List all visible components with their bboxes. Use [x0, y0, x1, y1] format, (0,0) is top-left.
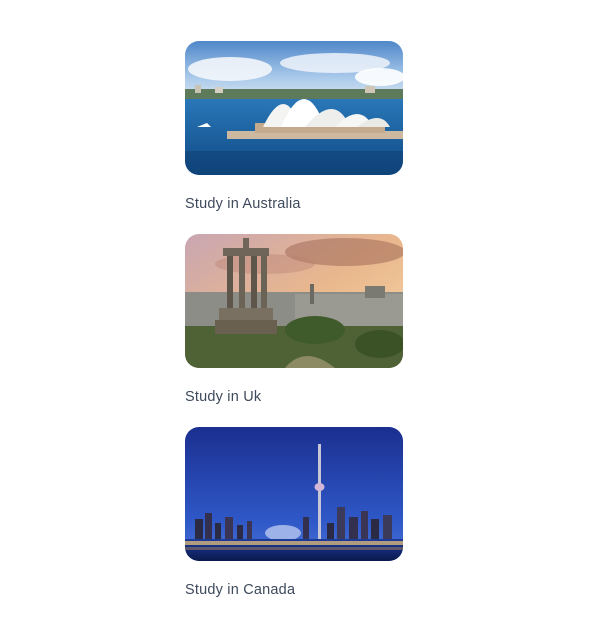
- destination-card-australia[interactable]: Study in Australia: [185, 41, 403, 234]
- destination-card-uk[interactable]: Study in Uk: [185, 234, 403, 427]
- canada-photo[interactable]: [185, 427, 403, 561]
- uk-label[interactable]: Study in Uk: [185, 388, 403, 406]
- australia-photo[interactable]: [185, 41, 403, 175]
- destination-card-canada[interactable]: Study in Canada: [185, 427, 403, 620]
- destination-card-list: Study in Australia Study in Uk Study in …: [185, 41, 403, 620]
- canada-label[interactable]: Study in Canada: [185, 581, 403, 599]
- uk-photo[interactable]: [185, 234, 403, 368]
- australia-label[interactable]: Study in Australia: [185, 195, 403, 213]
